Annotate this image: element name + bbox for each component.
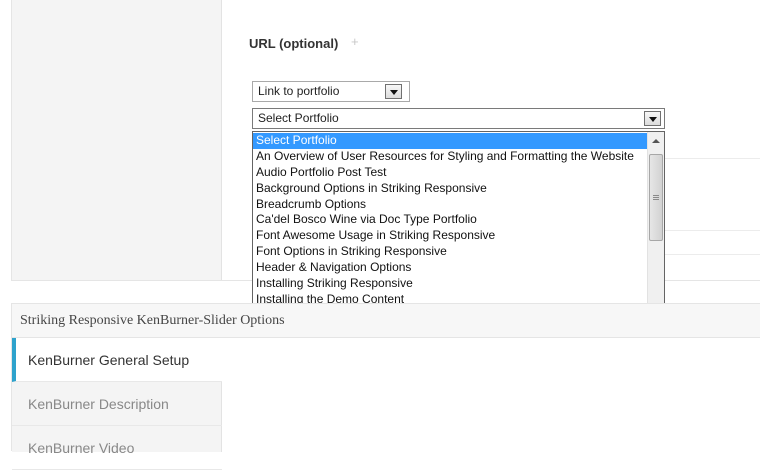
chevron-down-icon[interactable] [385,84,402,99]
kenburner-tab[interactable]: KenBurner General Setup [12,338,222,382]
portfolio-select-value: Select Portfolio [258,111,339,125]
url-label: URL (optional) [249,36,339,51]
kenburner-tab[interactable]: KenBurner Video [12,426,222,470]
grip-icon [653,195,659,196]
portfolio-option[interactable]: Font Options in Striking Responsive [253,244,647,260]
scroll-up-arrow-icon[interactable] [648,132,664,149]
scrollbar-thumb[interactable] [649,154,663,241]
portfolio-option[interactable]: Background Options in Striking Responsiv… [253,181,647,197]
portfolio-option[interactable]: Audio Portfolio Post Test [253,165,647,181]
link-type-select-value: Link to portfolio [258,84,340,98]
portfolio-option[interactable]: Select Portfolio [253,133,647,149]
add-url-plus-icon[interactable]: + [351,34,359,49]
kenburner-tab-list: KenBurner General Setup KenBurner Descrip… [12,338,222,470]
portfolio-option[interactable]: Font Awesome Usage in Striking Responsiv… [253,228,647,244]
settings-sidebar [12,0,222,280]
kenburner-panel-title: Striking Responsive KenBurner-Slider Opt… [12,304,760,338]
portfolio-option[interactable]: Ca'del Bosco Wine via Doc Type Portfolio [253,212,647,228]
portfolio-select[interactable]: Select Portfolio [252,108,665,129]
portfolio-option[interactable]: Installing Striking Responsive [253,276,647,292]
kenburner-options-panel: Striking Responsive KenBurner-Slider Opt… [11,303,760,470]
portfolio-option[interactable]: An Overview of User Resources for Stylin… [253,149,647,165]
chevron-down-icon[interactable] [644,111,661,126]
portfolio-option[interactable]: Header & Navigation Options [253,260,647,276]
link-type-select[interactable]: Link to portfolio [252,81,410,102]
kenburner-tab[interactable]: KenBurner Description [12,382,222,426]
portfolio-option[interactable]: Breadcrumb Options [253,197,647,213]
